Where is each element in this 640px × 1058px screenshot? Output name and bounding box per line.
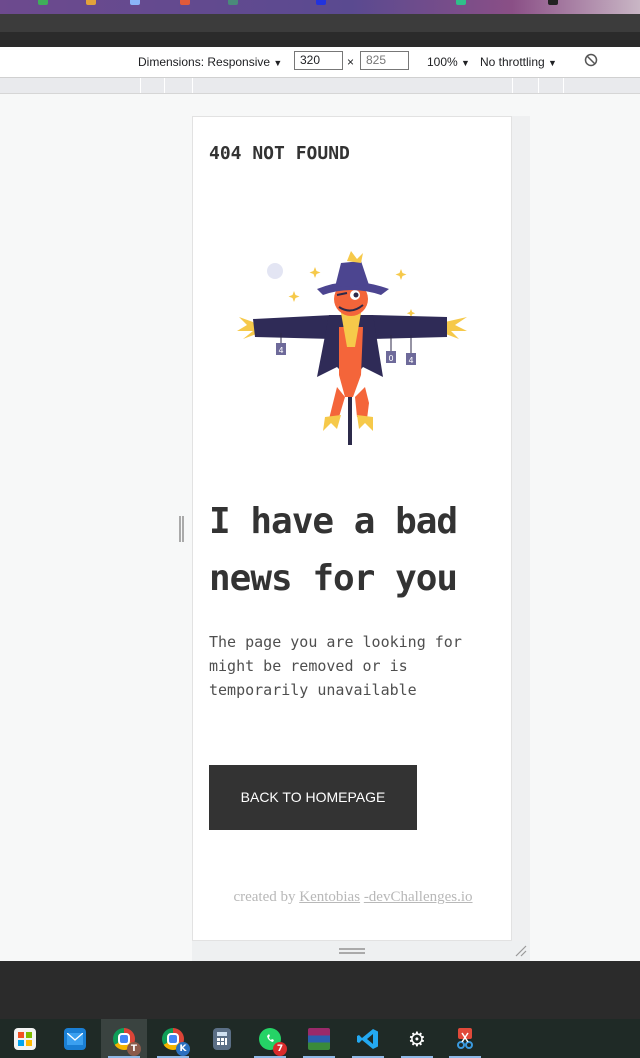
svg-text:4: 4 (278, 346, 283, 355)
tab-favicon-icon[interactable] (86, 0, 96, 5)
microsoft-store-icon (14, 1027, 36, 1050)
height-input[interactable]: 825 (360, 51, 409, 70)
chrome-profile-k-button[interactable]: K (150, 1019, 196, 1058)
credit-footer: created by Kentobias -devChallenges.io (193, 889, 513, 906)
snipping-tool-button[interactable] (442, 1019, 488, 1058)
mail-icon (64, 1027, 86, 1050)
credit-prefix: created by (233, 889, 296, 905)
windows-taskbar: T K 7 ⚙ (0, 1019, 640, 1058)
microsoft-store-button[interactable] (2, 1019, 48, 1058)
dimensions-label: Dimensions: Responsive (138, 55, 271, 69)
browser-toolbar (0, 14, 640, 47)
winrar-button[interactable] (296, 1019, 342, 1058)
headline: I have a bad news for you (209, 493, 509, 607)
chevron-down-icon: ▼ (548, 58, 557, 68)
tab-favicon-icon[interactable] (228, 0, 238, 5)
svg-text:0: 0 (388, 354, 393, 363)
device-gutter (512, 116, 530, 941)
tab-favicon-icon[interactable] (316, 0, 326, 5)
throttling-label: No throttling (480, 55, 545, 69)
throttling-select[interactable]: No throttling ▼ (480, 55, 557, 69)
whatsapp-button[interactable]: 7 (247, 1019, 293, 1058)
browser-tab-strip[interactable] (0, 0, 640, 14)
calculator-icon (213, 1027, 231, 1050)
devtools-device-toolbar: Dimensions: Responsive ▼ 320 × 825 100% … (0, 47, 640, 78)
browser-bookmark-bar (0, 32, 640, 47)
mail-button[interactable] (52, 1019, 98, 1058)
bottom-resize-strip[interactable] (192, 941, 530, 961)
scarecrow-illustration: 4 0 4 (237, 251, 467, 445)
page-title: 404 NOT FOUND (209, 143, 350, 164)
chrome-icon: K (162, 1027, 190, 1056)
headline-line-2: news for you (209, 558, 458, 599)
settings-button[interactable]: ⚙ (394, 1019, 440, 1058)
calculator-button[interactable] (199, 1019, 245, 1058)
headline-line-1: I have a bad (209, 501, 458, 542)
vscode-button[interactable] (345, 1019, 391, 1058)
corner-resize-icon[interactable] (514, 944, 528, 958)
description: The page you are looking for might be re… (209, 633, 462, 699)
disable-adblock-icon[interactable] (584, 53, 598, 70)
width-input[interactable]: 320 (294, 51, 343, 70)
tab-favicon-icon[interactable] (456, 0, 466, 5)
bottom-resize-handle[interactable] (339, 952, 365, 954)
tab-favicon-icon[interactable] (548, 0, 558, 5)
left-resize-handle[interactable] (179, 516, 184, 542)
chevron-down-icon: ▼ (273, 58, 283, 68)
chrome-icon: T (113, 1027, 141, 1056)
back-to-homepage-button[interactable]: BACK TO HOMEPAGE (209, 765, 417, 830)
whatsapp-icon: 7 (259, 1027, 287, 1056)
notification-badge: 7 (273, 1041, 287, 1056)
devchallenges-link[interactable]: -devChallenges.io (364, 889, 473, 905)
profile-badge: K (176, 1041, 190, 1056)
media-query-ruler[interactable] (0, 78, 640, 94)
times-sign: × (347, 55, 355, 69)
devtools-panel (0, 961, 640, 1019)
zoom-select[interactable]: 100% ▼ (427, 55, 470, 69)
zoom-label: 100% (427, 55, 458, 69)
device-viewport: 404 NOT FOUND 4 0 4 I have a bad news fo… (192, 116, 512, 941)
scissors-icon (454, 1027, 476, 1050)
dimensions-select[interactable]: Dimensions: Responsive ▼ (138, 55, 282, 69)
tab-favicon-icon[interactable] (38, 0, 48, 5)
tab-favicon-icon[interactable] (180, 0, 190, 5)
author-link[interactable]: Kentobias (299, 889, 360, 905)
svg-text:4: 4 (408, 356, 413, 365)
bottom-resize-handle[interactable] (339, 948, 365, 950)
winrar-icon (308, 1027, 330, 1050)
chevron-down-icon: ▼ (461, 58, 470, 68)
gear-icon: ⚙ (408, 1026, 426, 1051)
profile-badge: T (127, 1041, 141, 1056)
tab-favicon-icon[interactable] (130, 0, 140, 5)
chrome-profile-t-button[interactable]: T (101, 1019, 147, 1058)
vscode-icon (357, 1028, 379, 1050)
